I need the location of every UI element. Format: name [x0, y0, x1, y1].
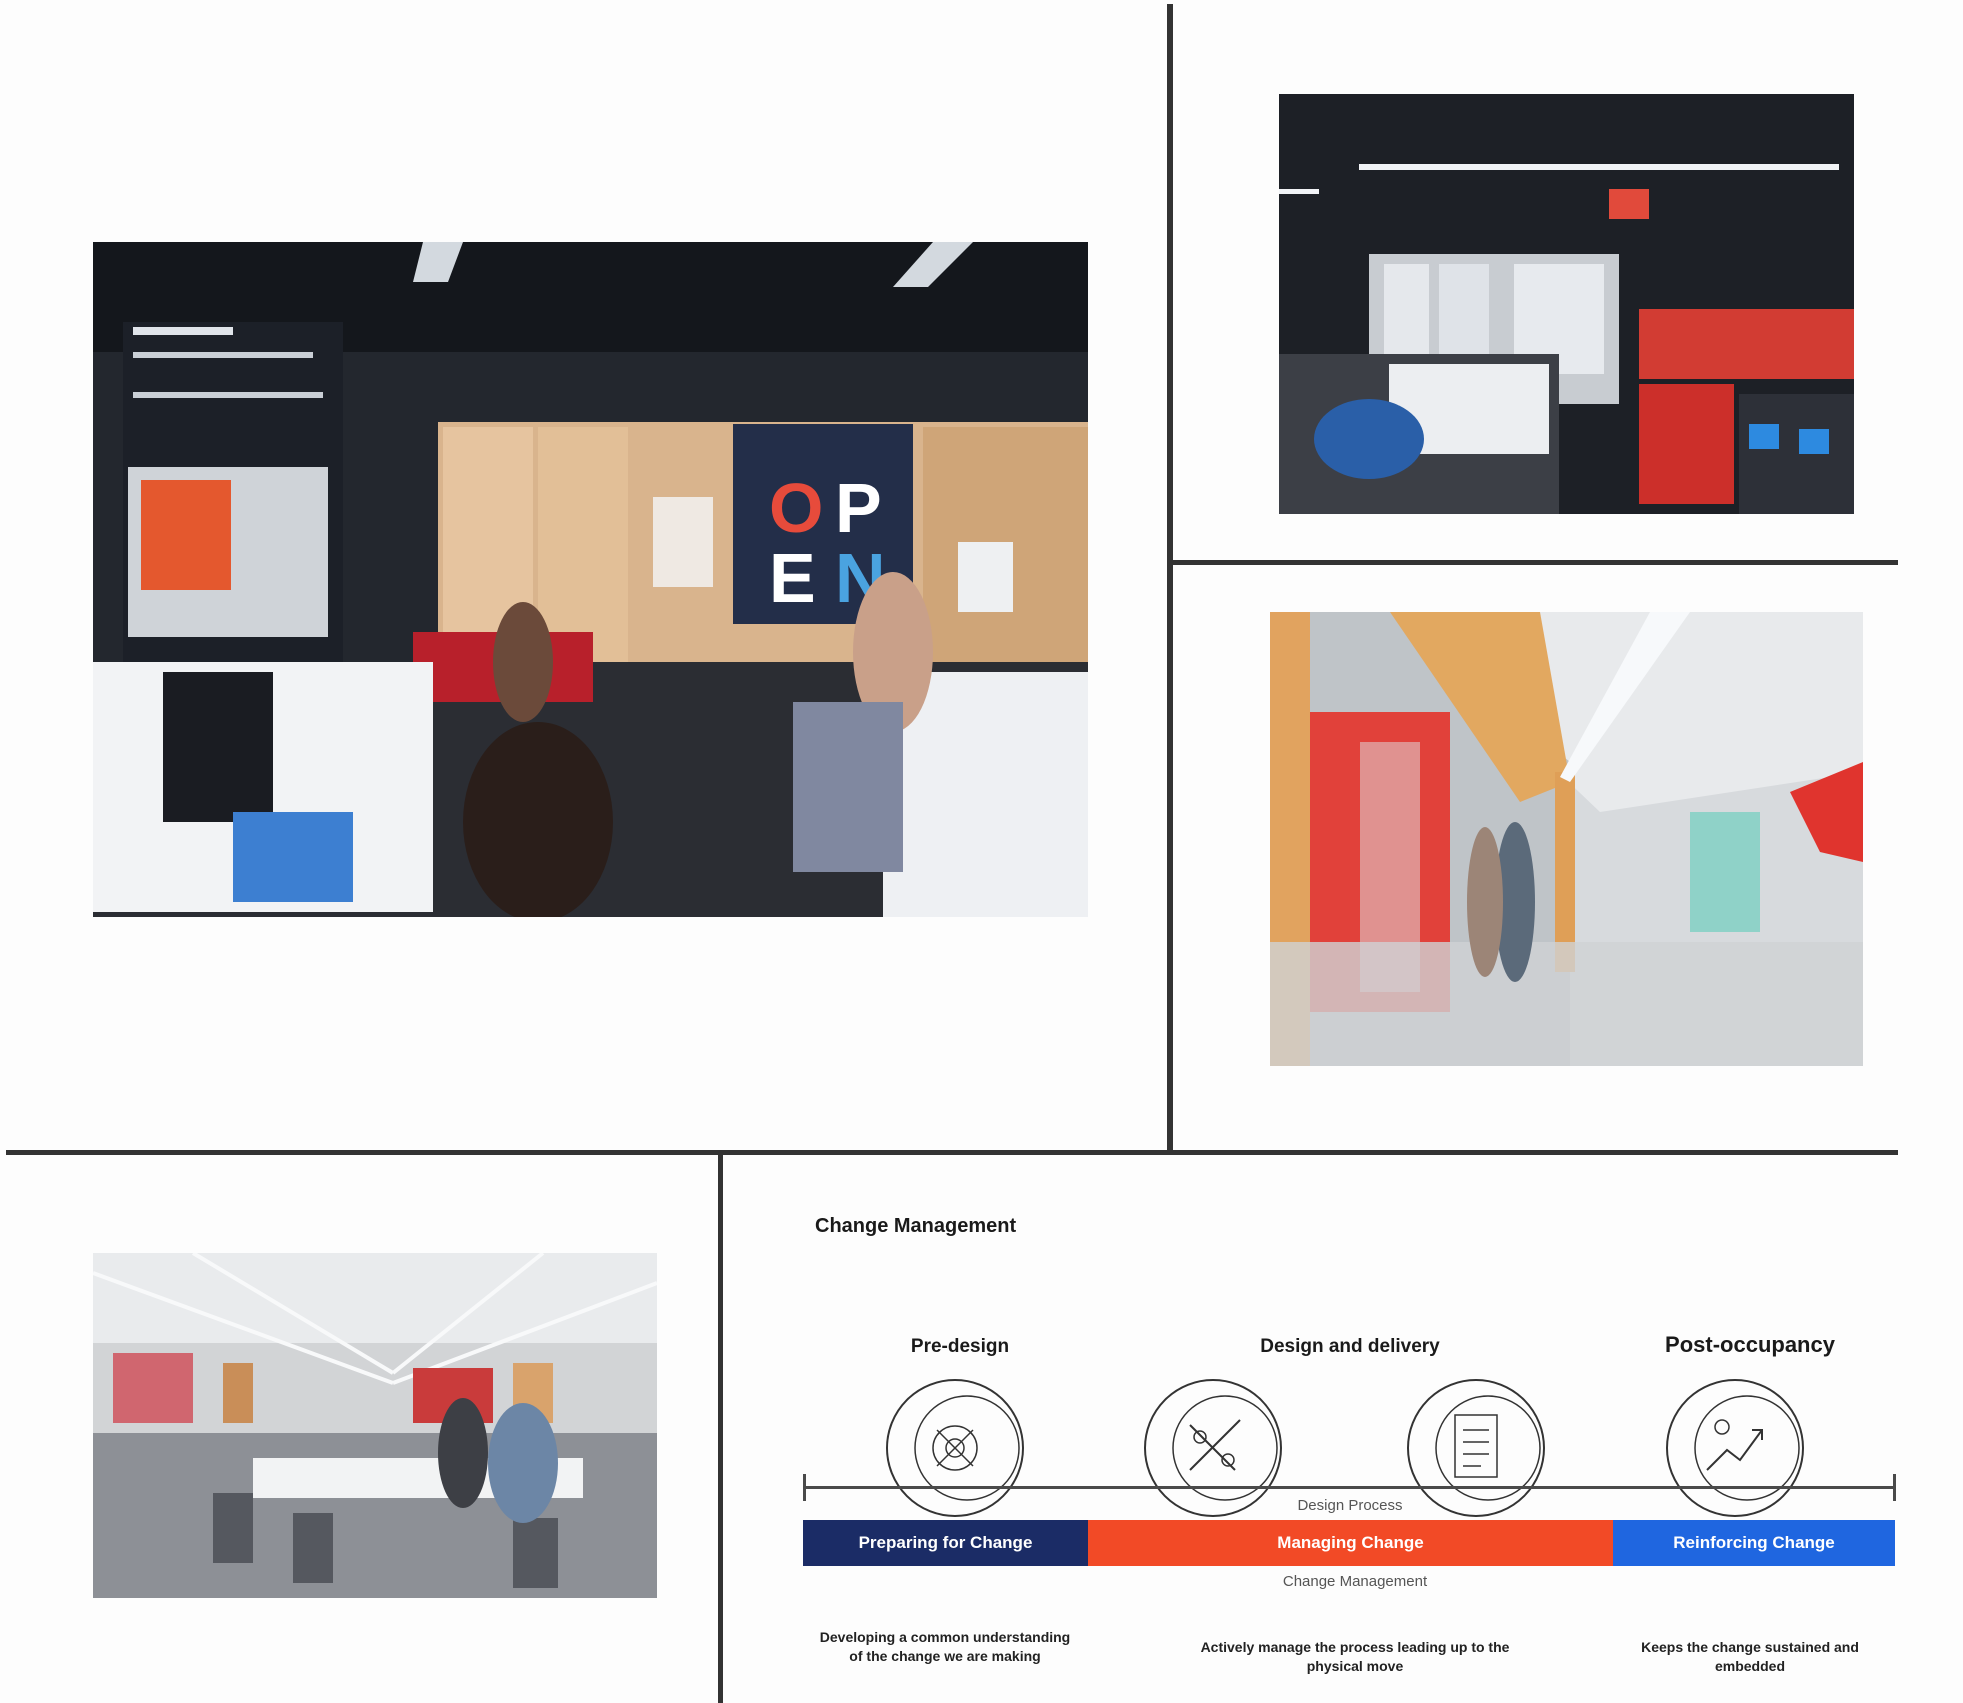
- divider-horizontal-right: [1170, 560, 1898, 565]
- stage-description-reinforcing: Keeps the change sustained and embedded: [1641, 1639, 1859, 1674]
- open-sign-letter-o: O: [769, 469, 823, 547]
- open-sign-letter-p: P: [835, 469, 882, 547]
- divider-vertical-top: [1167, 4, 1173, 1152]
- stage-description-managing: Actively manage the process leading up t…: [1200, 1639, 1510, 1674]
- stage-bar-managing: Managing Change: [1088, 1520, 1613, 1566]
- timeline-tick-start: [803, 1474, 806, 1501]
- timeline-line: [805, 1486, 1895, 1489]
- divider-vertical-bottom: [718, 1152, 723, 1703]
- office-photo-main: O P E N: [93, 242, 1088, 917]
- divider-horizontal-middle: [6, 1150, 1898, 1155]
- phase-label-pre-design: Pre-design: [910, 1336, 1010, 1357]
- strategy-target-icon: [882, 1375, 1028, 1521]
- change-management-title: Change Management: [815, 1215, 1017, 1237]
- change-management-label: Change Management: [1282, 1573, 1428, 1590]
- phase-label-design-delivery: Design and delivery: [1260, 1336, 1440, 1357]
- office-photo-corridor: [1270, 612, 1863, 1066]
- stage-description-preparing: Developing a common understanding of the…: [819, 1629, 1071, 1664]
- timeline-tick-end: [1893, 1474, 1896, 1501]
- stage-bar-reinforcing: Reinforcing Change: [1613, 1520, 1895, 1566]
- growth-people-icon: [1662, 1375, 1808, 1521]
- office-photo-open-workspace: [1279, 94, 1854, 514]
- open-sign-letter-e: E: [769, 539, 816, 617]
- office-photo-cafe-area: [93, 1253, 657, 1598]
- phase-label-post-occupancy: Post-occupancy: [1665, 1332, 1835, 1357]
- stage-bar-preparing: Preparing for Change: [803, 1520, 1088, 1566]
- design-process-label: Design Process: [1297, 1497, 1403, 1514]
